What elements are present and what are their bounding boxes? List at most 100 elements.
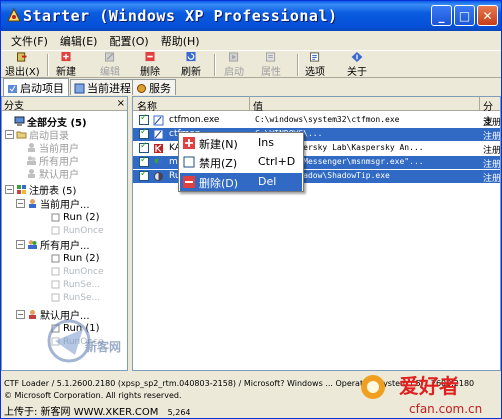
key-icon [51,280,60,289]
title-bar[interactable]: Starter (Windows XP Professional) _ □ ✕ [1,1,501,31]
tab-strip: 启动项目 当前进程 服务 [1,78,501,96]
toolbar-separator [47,54,49,76]
status-upload-credit: 上传于: 新客网 WWW.XKER.COM 5,264 [4,403,191,418]
msn-icon [154,158,163,165]
tab-services[interactable]: 服务 [132,79,176,95]
minimize-button[interactable]: _ [431,5,452,26]
window-controls: _ □ ✕ [431,5,498,26]
enable-checkbox[interactable] [139,155,149,167]
tree-item-label: Run (2) [63,253,100,264]
upload-credit-text: 上传于: 新客网 WWW.XKER.COM [4,407,159,418]
row-branch: 注册 [483,118,501,128]
computer-icon [14,116,25,126]
exit-button[interactable]: 退出(X) [5,52,40,78]
collapse-icon[interactable]: − [16,199,25,208]
context-disable[interactable]: 禁用(Z) Ctrl+D [180,153,302,171]
kaspersky-icon [154,144,163,153]
tree-item-reg-all-users[interactable]: − 所有用户... [16,238,90,252]
exit-icon [17,52,27,62]
collapse-icon[interactable]: − [16,310,25,319]
enable-checkbox[interactable] [139,169,149,181]
user-icon [29,310,36,319]
tree-item-default-user[interactable]: 默认用户 [26,167,79,181]
pane-close-button[interactable]: × [117,98,125,109]
cfan-watermark-logo: 爱好者 cfan.com.cn [361,374,482,416]
edit-label: 编辑 [100,67,120,78]
tree-item-runonce[interactable]: RunOnce [50,265,104,278]
enable-checkbox[interactable] [139,141,149,153]
xker-watermark-text: 新客网 [85,339,121,354]
branch-pane-title: 分支 [4,101,24,112]
context-new[interactable]: 新建(N) Ins [180,134,302,152]
checkbox-icon [183,156,195,168]
users-icon [27,156,36,165]
context-delete[interactable]: 删除(D) Del [180,173,302,191]
ctfmon-icon [153,115,164,126]
context-menu: 新建(N) Ins 禁用(Z) Ctrl+D 删除(D) Del [178,132,304,192]
tab-label: 启动项目 [20,82,64,95]
context-delete-shortcut: Del [258,175,277,188]
tree-item-run[interactable]: Run (2) [50,211,100,224]
tree-item-runservicesonce[interactable]: RunSe... [50,291,100,304]
menu-file[interactable]: 文件(F) [5,31,54,49]
about-icon [351,52,363,62]
collapse-icon[interactable]: − [5,130,14,139]
collapse-icon[interactable]: − [16,240,25,249]
properties-button[interactable]: 属性 [261,52,281,78]
menu-config[interactable]: 配置(O) [103,31,154,49]
row-branch: 注册 [483,146,501,156]
exit-label: 退出(X) [5,67,40,78]
status-copyright: © Microsoft Corporation. All rights rese… [4,391,182,400]
row-name: ctfmon.exe [169,115,220,125]
row-branch: 注册 [483,160,501,170]
starter-window: Starter (Windows XP Professional) _ □ ✕ … [0,0,502,419]
delete-button[interactable]: 删除 [140,52,160,78]
process-icon [74,83,85,93]
context-disable-shortcut: Ctrl+D [258,155,296,168]
options-icon [310,52,320,62]
about-button[interactable]: 关于 [347,52,367,78]
menu-help[interactable]: 帮助(H) [155,31,206,49]
list-row[interactable]: ctfmon.exe C:\windows\system32\ctfmon.ex… [133,113,501,128]
edit-icon [105,52,115,62]
enable-checkbox[interactable] [139,113,149,125]
new-button[interactable]: 新建 [56,52,76,78]
column-name[interactable]: 名称 [137,98,157,113]
close-button[interactable]: ✕ [477,5,498,26]
close-icon: ✕ [482,8,493,23]
maximize-button[interactable]: □ [454,5,475,26]
options-button[interactable]: 选项 [305,52,325,78]
about-label: 关于 [347,67,367,78]
minimize-icon: _ [438,8,445,23]
tree-item-reg-current-user[interactable]: − 当前用户... [16,197,90,211]
tree-item-registry[interactable]: − 注册表 (5) [5,183,76,197]
properties-label: 属性 [261,67,281,78]
start-button[interactable]: 启动 [224,52,244,78]
refresh-button[interactable]: 刷新 [181,52,201,78]
column-divider[interactable] [479,97,480,111]
toolbar-separator [214,54,216,76]
menu-edit[interactable]: 编辑(E) [54,31,104,49]
column-divider[interactable] [249,97,250,111]
tab-startup[interactable]: 启动项目 [3,78,69,96]
tree-item-label: Run (2) [63,212,100,223]
enable-checkbox[interactable] [139,127,149,139]
tree-item-runonce[interactable]: RunOnce [50,224,104,237]
ctfmon-icon [153,129,164,140]
tree-item-runservices[interactable]: RunSe... [50,278,100,291]
column-value[interactable]: 值 [253,98,263,113]
start-label: 启动 [224,67,244,78]
xker-watermark-logo: 新客网 [47,319,121,363]
tree-item-label: RunOnce [63,225,104,236]
delete-icon [183,176,195,188]
edit-button[interactable]: 编辑 [100,52,120,78]
tree-item-run[interactable]: Run (2) [50,252,100,265]
context-new-label: 新建(N) [199,138,238,151]
menu-bar: 文件(F) 编辑(E) 配置(O) 帮助(H) [1,31,501,49]
key-icon [51,226,60,235]
collapse-icon[interactable]: − [5,185,14,194]
toolbar: 退出(X) 新建 编辑 删除 刷新 启动 属性 选项 关于 [1,50,501,78]
tree-item-label: RunSe... [63,292,101,303]
refresh-icon [186,52,196,62]
tab-processes[interactable]: 当前进程 [70,79,136,95]
